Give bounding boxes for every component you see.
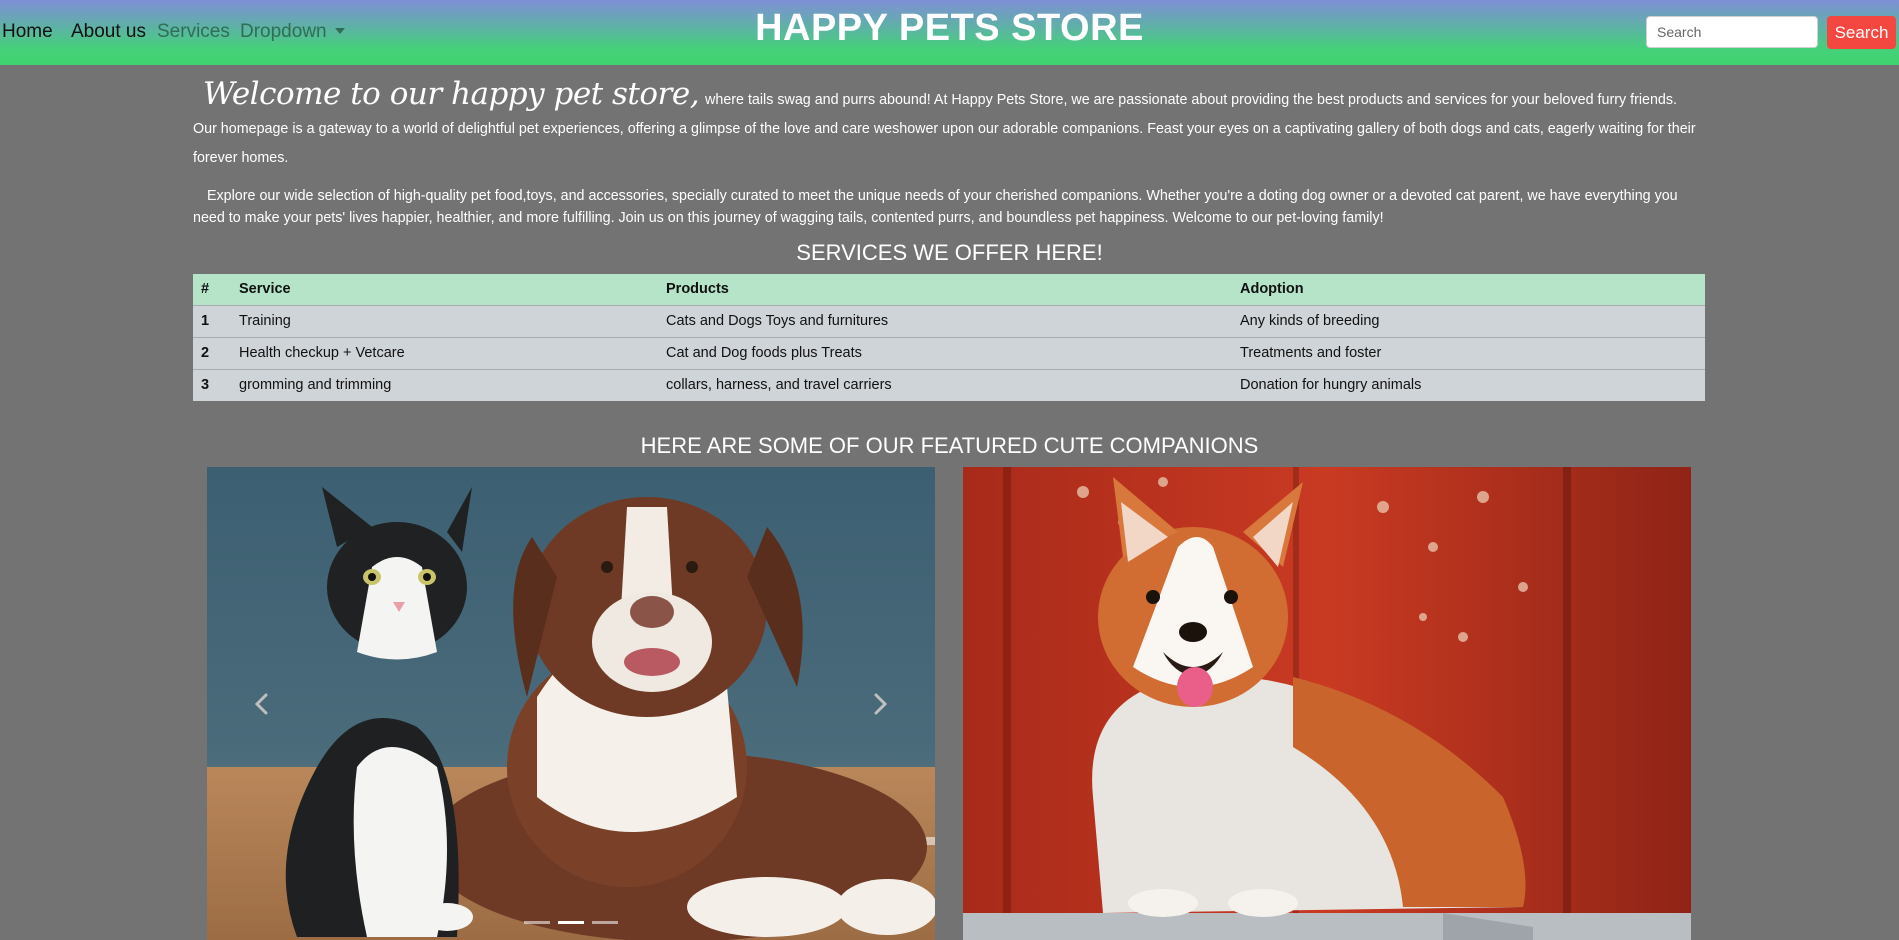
table-cell: Cats and Dogs Toys and furnitures xyxy=(666,313,889,329)
intro-paragraph-2: Explore our wide selection of high-quali… xyxy=(193,188,1678,226)
table-cell: Treatments and foster xyxy=(1240,345,1382,361)
nav-dropdown-toggle[interactable]: Dropdown xyxy=(240,20,345,44)
table-cell: Training xyxy=(239,313,291,329)
search-button[interactable]: Search xyxy=(1827,16,1896,49)
table-cell: Health checkup + Vetcare xyxy=(239,345,405,361)
featured-title: HERE ARE SOME OF OUR FEATURED CUTE COMPA… xyxy=(640,433,1259,458)
carousel-indicator-3[interactable] xyxy=(592,921,618,924)
table-row: 2 Health checkup + Vetcare Cat and Dog f… xyxy=(193,337,1705,370)
table-cell: 2 xyxy=(201,345,210,361)
carousel-indicator-2[interactable] xyxy=(558,921,584,924)
carousel-slide-image xyxy=(207,467,935,940)
table-cell: gromming and trimming xyxy=(239,377,392,393)
table-cell: collars, harness, and travel carriers xyxy=(666,377,892,393)
nav-home-link[interactable]: Home xyxy=(2,20,53,44)
table-cell: 3 xyxy=(201,377,210,393)
services-title: SERVICES WE OFFER HERE! xyxy=(796,240,1103,265)
table-cell: 1 xyxy=(201,313,210,329)
intro-paragraph-1: Welcome to our happy pet store, where tai… xyxy=(193,79,1698,173)
table-row: 3 gromming and trimming collars, harness… xyxy=(193,369,1705,401)
chevron-left-icon xyxy=(254,693,268,715)
navbar: Home About us Services Dropdown HAPPY PE… xyxy=(0,0,1899,65)
intro-section: Welcome to our happy pet store, where tai… xyxy=(193,79,1698,229)
chevron-right-icon xyxy=(874,693,888,715)
table-header-row: # Service Products Adoption xyxy=(193,274,1705,306)
nav-dropdown-label: Dropdown xyxy=(240,21,327,42)
services-table: # Service Products Adoption 1 Training C… xyxy=(193,274,1705,401)
caret-down-icon xyxy=(334,28,345,34)
corgi-photo xyxy=(963,467,1691,940)
table-cell: Any kinds of breeding xyxy=(1240,313,1380,329)
cat-and-dog-photo xyxy=(207,467,935,940)
table-row: 1 Training Cats and Dogs Toys and furnit… xyxy=(193,305,1705,338)
carousel-indicator-1[interactable] xyxy=(524,921,550,924)
table-cell: Donation for hungry animals xyxy=(1240,377,1422,393)
search-input[interactable] xyxy=(1646,16,1818,48)
nav-services-link[interactable]: Services xyxy=(157,20,230,44)
table-header-cell: Service xyxy=(239,281,291,297)
carousel-prev-button[interactable] xyxy=(246,684,276,724)
carousel-next-button[interactable] xyxy=(866,684,896,724)
table-header-cell: # xyxy=(201,281,210,297)
table-cell: Cat and Dog foods plus Treats xyxy=(666,345,862,361)
nav-about-link[interactable]: About us xyxy=(71,20,146,44)
table-header-cell: Adoption xyxy=(1240,281,1304,297)
welcome-heading: Welcome to our happy pet store, xyxy=(203,76,700,112)
corgi-image xyxy=(963,467,1691,940)
carousel-indicators xyxy=(524,921,618,925)
table-header-cell: Products xyxy=(666,281,729,297)
